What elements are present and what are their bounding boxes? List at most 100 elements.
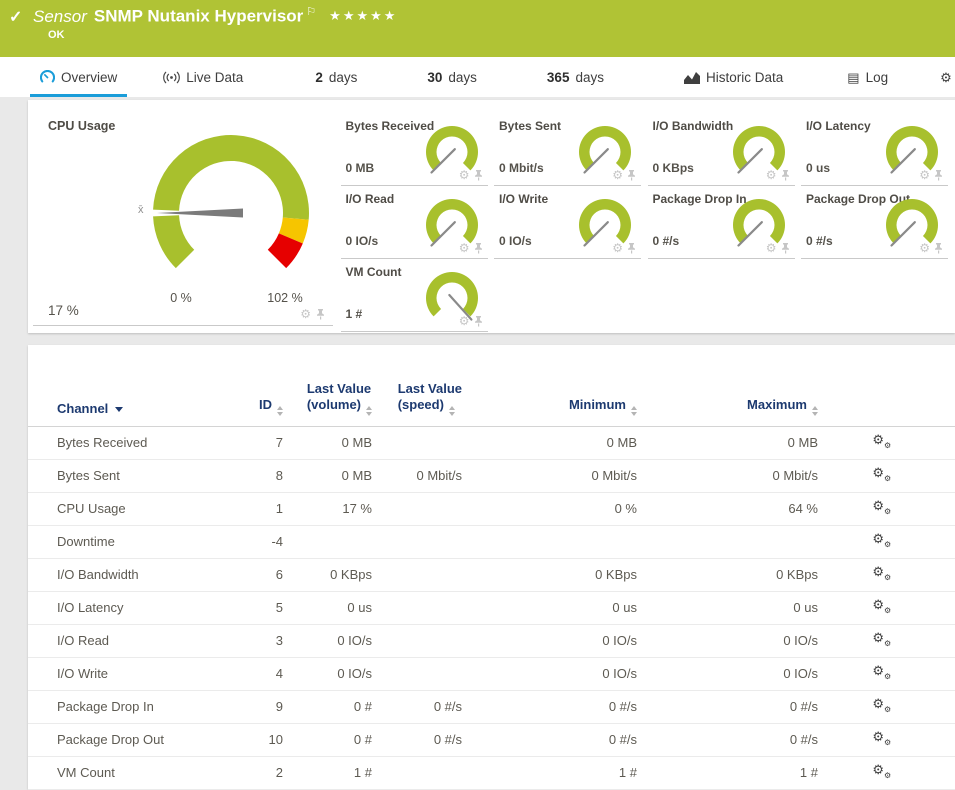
mini-gauge-tile-package-drop-in[interactable]: Package Drop In 0 #/s ⚙ bbox=[648, 185, 795, 259]
channel-name[interactable]: CPU Usage bbox=[28, 501, 227, 516]
mini-gauge-title: I/O Bandwidth bbox=[653, 119, 734, 133]
tile-gear-icon[interactable]: ⚙ bbox=[459, 242, 470, 254]
maximum-value: 0 #/s bbox=[637, 699, 818, 714]
tab-365-days-label: days bbox=[575, 70, 604, 85]
table-row: I/O Read 3 0 IO/s 0 IO/s 0 IO/s ⚙⚙ bbox=[28, 625, 955, 658]
channel-id: 9 bbox=[227, 699, 283, 714]
mini-gauge-tile-vm-count[interactable]: VM Count 1 # ⚙ bbox=[341, 258, 488, 332]
mini-gauge-title: I/O Read bbox=[346, 192, 395, 206]
column-header-last-value-volume[interactable]: Last Value(volume) bbox=[283, 381, 372, 416]
tile-pin-icon[interactable] bbox=[933, 242, 944, 254]
maximum-value: 0 #/s bbox=[637, 732, 818, 747]
tile-gear-icon[interactable]: ⚙ bbox=[919, 242, 930, 254]
tab-2-days-number: 2 bbox=[315, 70, 323, 85]
tab-2-days[interactable]: 2 days bbox=[303, 57, 369, 97]
last-value-volume: 1 # bbox=[283, 765, 372, 780]
tile-pin-icon[interactable] bbox=[626, 169, 637, 181]
channel-id: 8 bbox=[227, 468, 283, 483]
tile-pin-icon[interactable] bbox=[473, 169, 484, 181]
column-header-id[interactable]: ID bbox=[227, 397, 283, 416]
table-row: Bytes Received 7 0 MB 0 MB 0 MB ⚙⚙ bbox=[28, 427, 955, 460]
mini-gauge-tile-bytes-sent[interactable]: Bytes Sent 0 Mbit/s ⚙ bbox=[494, 112, 641, 186]
channel-name[interactable]: Bytes Sent bbox=[28, 468, 227, 483]
channel-table-panel: Channel ID Last Value(volume) Last Value… bbox=[28, 345, 955, 789]
last-value-volume: 0 KBps bbox=[283, 567, 372, 582]
gear-icon: ⚙ bbox=[940, 71, 952, 84]
channel-name[interactable]: Package Drop Out bbox=[28, 732, 227, 747]
mini-gauge-value: 1 # bbox=[346, 307, 363, 321]
tab-30-days[interactable]: 30 days bbox=[415, 57, 489, 97]
maximum-value: 64 % bbox=[637, 501, 818, 516]
channel-name[interactable]: Bytes Received bbox=[28, 435, 227, 450]
mini-gauge-tile-package-drop-out[interactable]: Package Drop Out 0 #/s ⚙ bbox=[801, 185, 948, 259]
tile-gear-icon[interactable]: ⚙ bbox=[459, 315, 470, 327]
tile-gear-icon[interactable]: ⚙ bbox=[919, 169, 930, 181]
overview-gauges-panel: CPU Usage x̄ 0 % 102 % 17 % ⚙ Bytes Rece… bbox=[28, 100, 955, 333]
channel-name[interactable]: I/O Write bbox=[28, 666, 227, 681]
tab-overview-label: Overview bbox=[61, 70, 117, 85]
tab-historic-data[interactable]: Historic Data bbox=[672, 57, 795, 97]
gauge-icon bbox=[40, 70, 55, 85]
tile-gear-icon[interactable]: ⚙ bbox=[459, 169, 470, 181]
last-value-volume: 0 MB bbox=[283, 435, 372, 450]
tab-log-label: Log bbox=[866, 70, 889, 85]
cpu-usage-title: CPU Usage bbox=[48, 119, 115, 133]
tab-settings[interactable]: ⚙ Settings bbox=[928, 57, 955, 97]
tile-pin-icon[interactable] bbox=[315, 308, 326, 320]
sort-icon bbox=[812, 406, 818, 416]
minimum-value: 0 IO/s bbox=[462, 633, 637, 648]
tab-log[interactable]: ▤ Log bbox=[835, 57, 900, 97]
minimum-value: 0 #/s bbox=[462, 732, 637, 747]
tile-pin-icon[interactable] bbox=[780, 169, 791, 181]
status-badge: OK bbox=[48, 29, 65, 41]
tile-pin-icon[interactable] bbox=[626, 242, 637, 254]
tab-overview[interactable]: Overview bbox=[28, 57, 129, 97]
channel-name[interactable]: Package Drop In bbox=[28, 699, 227, 714]
log-list-icon: ▤ bbox=[847, 71, 859, 84]
tab-live-data[interactable]: Live Data bbox=[151, 57, 255, 97]
mini-gauge-title: Bytes Sent bbox=[499, 119, 561, 133]
tile-gear-icon[interactable]: ⚙ bbox=[300, 308, 311, 320]
tile-pin-icon[interactable] bbox=[780, 242, 791, 254]
channel-name[interactable]: I/O Bandwidth bbox=[28, 567, 227, 582]
tile-gear-icon[interactable]: ⚙ bbox=[612, 242, 623, 254]
priority-stars[interactable]: ★★★★★ bbox=[329, 8, 397, 23]
tile-gear-icon[interactable]: ⚙ bbox=[612, 169, 623, 181]
sort-icon bbox=[449, 406, 455, 416]
column-header-last-value-speed[interactable]: Last Value(speed) bbox=[372, 381, 462, 416]
channel-name[interactable]: Downtime bbox=[28, 534, 227, 549]
channel-name[interactable]: I/O Latency bbox=[28, 600, 227, 615]
broadcast-icon bbox=[163, 71, 180, 84]
tab-365-days[interactable]: 365 days bbox=[535, 57, 616, 97]
table-row: I/O Bandwidth 6 0 KBps 0 KBps 0 KBps ⚙⚙ bbox=[28, 559, 955, 592]
mini-gauge-tile-io-bandwidth[interactable]: I/O Bandwidth 0 KBps ⚙ bbox=[648, 112, 795, 186]
tile-pin-icon[interactable] bbox=[933, 169, 944, 181]
cpu-usage-gauge-tile[interactable]: CPU Usage x̄ 0 % 102 % 17 % ⚙ bbox=[33, 112, 333, 326]
minimum-value: 0 #/s bbox=[462, 699, 637, 714]
tile-pin-icon[interactable] bbox=[473, 242, 484, 254]
flag-icon[interactable]: ⚐ bbox=[306, 6, 316, 18]
last-value-volume: 0 IO/s bbox=[283, 666, 372, 681]
column-header-minimum[interactable]: Minimum bbox=[462, 397, 637, 416]
last-value-speed: 0 #/s bbox=[372, 699, 462, 714]
column-header-maximum[interactable]: Maximum bbox=[637, 397, 818, 416]
maximum-value: 0 IO/s bbox=[637, 666, 818, 681]
tile-gear-icon[interactable]: ⚙ bbox=[766, 169, 777, 181]
channel-name[interactable]: VM Count bbox=[28, 765, 227, 780]
mini-gauge-tile-bytes-received[interactable]: Bytes Received 0 MB ⚙ bbox=[341, 112, 488, 186]
gauge-segment-ok-main bbox=[153, 135, 309, 220]
channel-name[interactable]: I/O Read bbox=[28, 633, 227, 648]
channel-id: 6 bbox=[227, 567, 283, 582]
maximum-value: 0 IO/s bbox=[637, 633, 818, 648]
mini-gauge-value: 0 IO/s bbox=[499, 234, 532, 248]
last-value-volume: 17 % bbox=[283, 501, 372, 516]
mini-gauge-tile-io-write[interactable]: I/O Write 0 IO/s ⚙ bbox=[494, 185, 641, 259]
tile-gear-icon[interactable]: ⚙ bbox=[766, 242, 777, 254]
channel-id: -4 bbox=[227, 534, 283, 549]
tile-pin-icon[interactable] bbox=[473, 315, 484, 327]
mini-gauge-tile-io-latency[interactable]: I/O Latency 0 us ⚙ bbox=[801, 112, 948, 186]
column-header-channel[interactable]: Channel bbox=[28, 401, 227, 416]
mini-gauge-tile-io-read[interactable]: I/O Read 0 IO/s ⚙ bbox=[341, 185, 488, 259]
last-value-volume: 0 # bbox=[283, 732, 372, 747]
cpu-usage-value: 17 % bbox=[48, 303, 79, 318]
